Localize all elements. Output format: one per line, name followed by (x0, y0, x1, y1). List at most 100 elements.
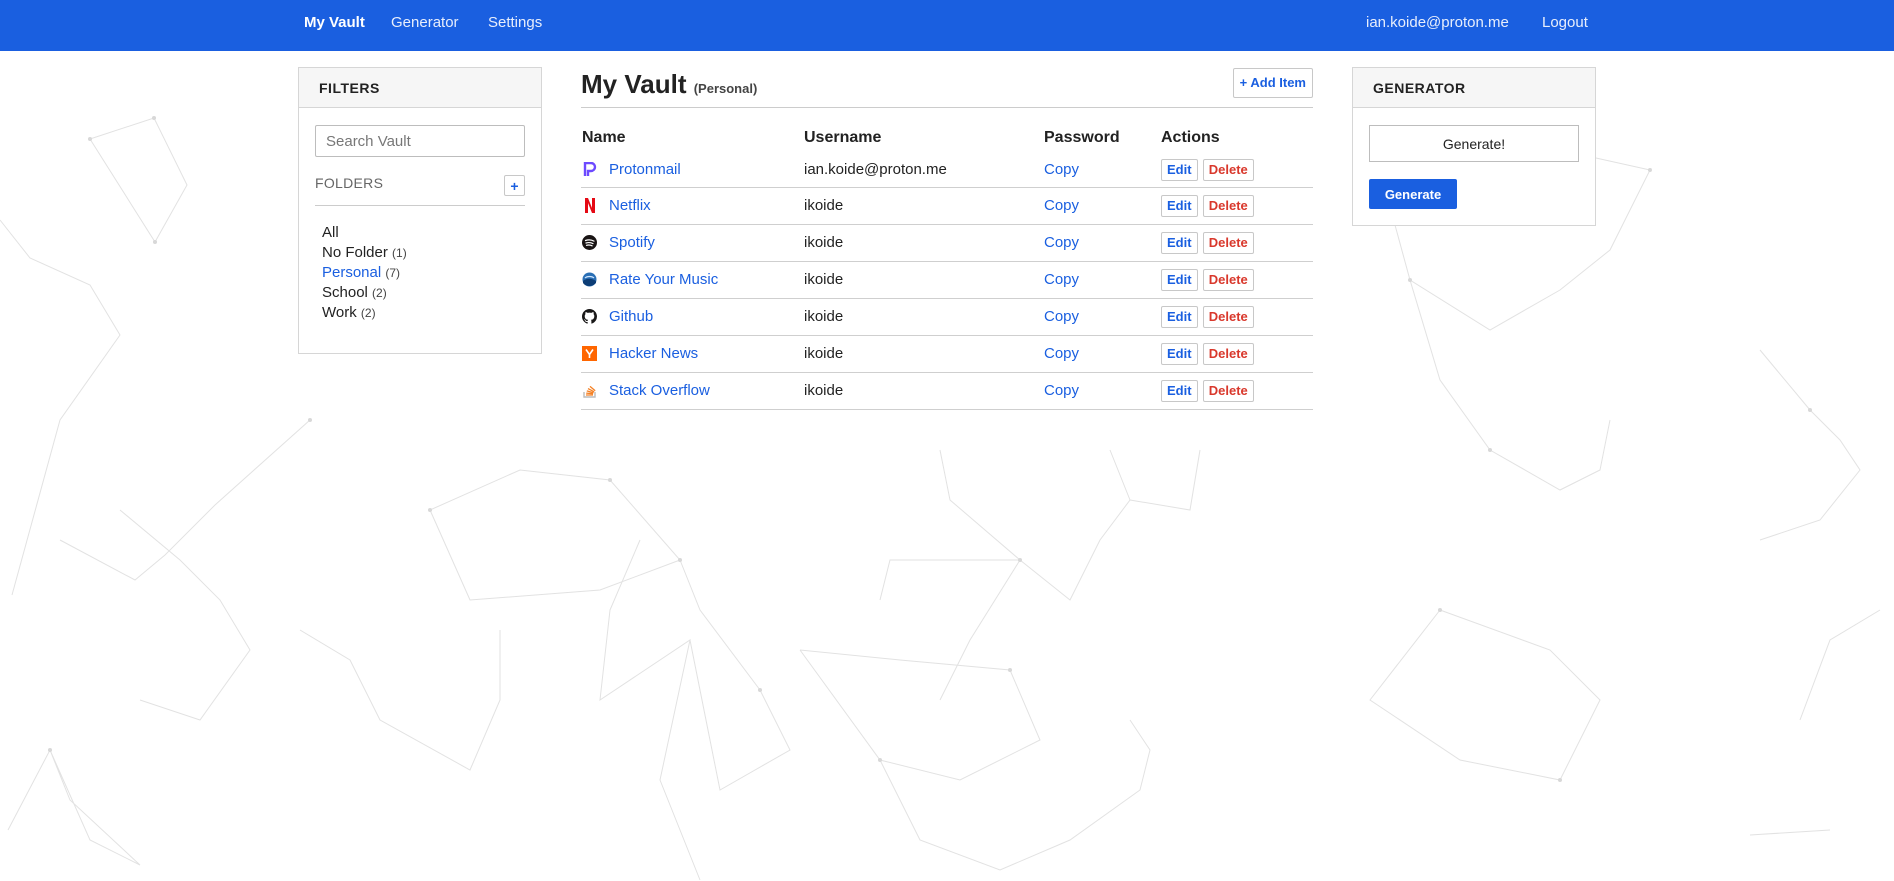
actions-cell: Edit Delete (1160, 187, 1313, 225)
folder-count: (7) (385, 266, 401, 280)
name-cell-inner: Netflix (582, 197, 802, 214)
page-title: My Vault (Personal) (581, 69, 757, 100)
copy-password-link[interactable]: Copy (1044, 345, 1079, 362)
folders-divider (315, 205, 525, 206)
item-username: ikoide (804, 345, 844, 362)
nav-my-vault[interactable]: My Vault (304, 14, 365, 31)
protonmail-icon (582, 162, 597, 177)
password-cell: Copy (1043, 224, 1160, 262)
top-navbar: My Vault Generator Settings ian.koide@pr… (0, 0, 1894, 51)
hackernews-icon (582, 346, 597, 361)
delete-button[interactable]: Delete (1202, 231, 1254, 254)
nav-settings[interactable]: Settings (488, 14, 542, 31)
password-cell: Copy (1043, 187, 1160, 225)
item-name-link[interactable]: Hacker News (609, 345, 698, 362)
item-name-link[interactable]: Github (609, 308, 653, 325)
item-username: ikoide (804, 197, 844, 214)
copy-password-link[interactable]: Copy (1044, 197, 1079, 214)
vault-title: My Vault (581, 69, 687, 99)
copy-password-link[interactable]: Copy (1044, 308, 1079, 325)
netflix-icon (582, 198, 597, 213)
filters-panel: FILTERS FOLDERS + All No Folder (1) Pers… (298, 67, 542, 354)
generate-button[interactable]: Generate (1369, 179, 1457, 209)
folder-list: All No Folder (1) Personal (7) School (2… (322, 223, 407, 323)
filters-title: FILTERS (299, 68, 541, 108)
table-row: Protonmail ian.koide@proton.me Copy Edit De… (581, 153, 1313, 188)
column-header-name: Name (582, 128, 626, 146)
folder-item-all[interactable]: All (322, 223, 407, 243)
username-cell: ikoide (803, 372, 1043, 410)
table-row: Rate Your Music ikoide Copy Edit Delete (581, 261, 1313, 299)
username-cell: ian.koide@proton.me (803, 153, 1043, 188)
password-cell: Copy (1043, 372, 1160, 410)
github-icon (582, 309, 597, 324)
username-cell: ikoide (803, 335, 1043, 373)
item-name-link[interactable]: Protonmail (609, 161, 681, 178)
item-name-link[interactable]: Spotify (609, 234, 655, 251)
add-item-button[interactable]: + Add Item (1232, 68, 1313, 98)
nav-generator[interactable]: Generator (391, 14, 459, 31)
item-name-link[interactable]: Stack Overflow (609, 382, 710, 399)
name-cell-inner: Hacker News (582, 345, 802, 362)
copy-password-link[interactable]: Copy (1044, 382, 1079, 399)
edit-button[interactable]: Edit (1161, 305, 1198, 328)
vault-table: Name Username Password Actions Protonmai… (581, 122, 1313, 410)
name-cell-inner: Protonmail (582, 161, 802, 178)
copy-password-link[interactable]: Copy (1044, 161, 1079, 178)
generator-panel: GENERATOR Generate (1352, 67, 1596, 226)
search-input[interactable] (315, 125, 525, 157)
delete-button[interactable]: Delete (1202, 158, 1254, 181)
title-divider (581, 107, 1313, 108)
edit-button[interactable]: Edit (1161, 268, 1198, 291)
name-cell: Github (581, 298, 803, 336)
name-cell-inner: Stack Overflow (582, 382, 802, 399)
edit-button[interactable]: Edit (1161, 342, 1198, 365)
item-username: ikoide (804, 308, 844, 325)
vault-folder-subtitle: (Personal) (693, 81, 758, 96)
delete-button[interactable]: Delete (1202, 379, 1254, 402)
folder-item-work[interactable]: Work (2) (322, 303, 407, 323)
column-header-password: Password (1044, 128, 1120, 146)
nav-user-email[interactable]: ian.koide@proton.me (1366, 14, 1509, 31)
folder-name: All (322, 224, 339, 241)
actions-cell: Edit Delete (1160, 261, 1313, 299)
copy-password-link[interactable]: Copy (1044, 271, 1079, 288)
username-cell: ikoide (803, 187, 1043, 225)
generated-password-field[interactable] (1369, 125, 1579, 162)
table-row: Netflix ikoide Copy Edit Delete (581, 187, 1313, 225)
table-row: Hacker News ikoide Copy Edit Delete (581, 335, 1313, 373)
folder-item-school[interactable]: School (2) (322, 283, 407, 303)
edit-button[interactable]: Edit (1161, 158, 1198, 181)
name-cell: Spotify (581, 224, 803, 262)
item-name-link[interactable]: Netflix (609, 197, 651, 214)
copy-password-link[interactable]: Copy (1044, 234, 1079, 251)
folder-item-personal[interactable]: Personal (7) (322, 263, 407, 283)
table-header-row: Name Username Password Actions (581, 122, 1313, 153)
actions-cell: Edit Delete (1160, 335, 1313, 373)
nav-logout[interactable]: Logout (1542, 14, 1588, 31)
delete-button[interactable]: Delete (1202, 268, 1254, 291)
edit-button[interactable]: Edit (1161, 231, 1198, 254)
name-cell: Netflix (581, 187, 803, 225)
delete-button[interactable]: Delete (1202, 194, 1254, 217)
folder-count: (1) (392, 246, 407, 260)
item-username: ikoide (804, 271, 844, 288)
edit-button[interactable]: Edit (1161, 194, 1198, 217)
spotify-icon (582, 235, 597, 250)
actions-cell: Edit Delete (1160, 298, 1313, 336)
username-cell: ikoide (803, 261, 1043, 299)
name-cell: Rate Your Music (581, 261, 803, 299)
actions-cell: Edit Delete (1160, 153, 1313, 188)
username-cell: ikoide (803, 298, 1043, 336)
item-name-link[interactable]: Rate Your Music (609, 271, 718, 288)
delete-button[interactable]: Delete (1202, 342, 1254, 365)
folder-name: No Folder (322, 244, 388, 261)
add-folder-button[interactable]: + (504, 175, 525, 196)
edit-button[interactable]: Edit (1161, 379, 1198, 402)
delete-button[interactable]: Delete (1202, 305, 1254, 328)
column-header-actions: Actions (1161, 128, 1220, 146)
folder-item-no-folder[interactable]: No Folder (1) (322, 243, 407, 263)
password-cell: Copy (1043, 335, 1160, 373)
item-username: ikoide (804, 382, 844, 399)
item-username: ian.koide@proton.me (804, 161, 947, 179)
